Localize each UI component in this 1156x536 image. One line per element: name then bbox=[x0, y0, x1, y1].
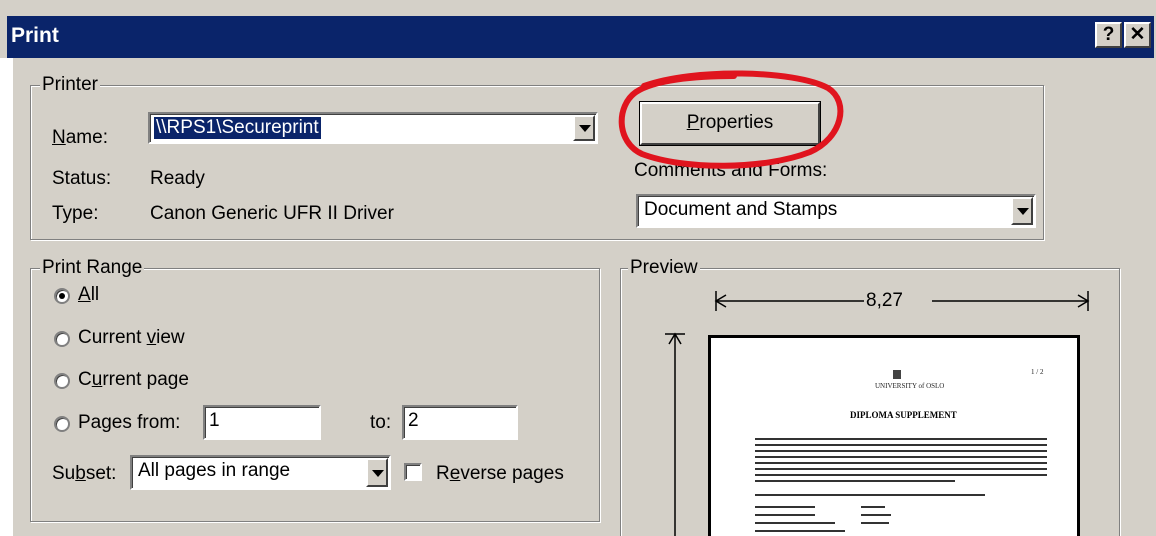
radio-current-view-mnemonic: v bbox=[146, 327, 157, 348]
preview-text-line bbox=[755, 480, 955, 482]
radio-all-label[interactable]: All bbox=[78, 284, 99, 306]
reverse-label-post: verse pages bbox=[460, 463, 564, 484]
type-label: Type: bbox=[52, 203, 99, 224]
printer-name-value: \\RPS1\Secureprint bbox=[153, 116, 322, 140]
radio-current-page-label-pre: C bbox=[78, 369, 92, 390]
radio-all-mnemonic: A bbox=[78, 284, 91, 305]
preview-text-line bbox=[755, 444, 1047, 446]
university-crest-icon bbox=[893, 370, 901, 379]
radio-current-view-label-pre: Current bbox=[78, 327, 147, 348]
preview-text-line bbox=[755, 506, 815, 508]
comments-forms-select[interactable]: Document and Stamps bbox=[636, 194, 1036, 228]
name-label-mnemonic: N bbox=[52, 127, 66, 148]
preview-width-value: 8,27 bbox=[866, 290, 903, 311]
pages-to-input[interactable]: 2 bbox=[402, 405, 518, 440]
radio-current-view-label[interactable]: Current view bbox=[78, 327, 185, 349]
preview-doc-header: UNIVERSITY of OSLO bbox=[875, 382, 945, 390]
pages-to-label: to: bbox=[370, 412, 392, 433]
preview-text-line bbox=[755, 456, 1047, 458]
subset-mnemonic: b bbox=[75, 463, 86, 484]
subset-dropdown-icon[interactable] bbox=[366, 458, 388, 487]
radio-current-page[interactable] bbox=[54, 373, 70, 389]
window-title: Print bbox=[11, 24, 59, 47]
radio-current-page-label-post: rrent page bbox=[102, 369, 189, 390]
status-value: Ready bbox=[150, 168, 205, 189]
status-label: Status: bbox=[52, 168, 112, 189]
radio-pages-from[interactable] bbox=[54, 416, 70, 432]
preview-text-line bbox=[755, 462, 1047, 464]
pages-from-value: 1 bbox=[209, 410, 220, 431]
close-button[interactable]: ✕ bbox=[1124, 22, 1151, 48]
printer-name-dropdown-icon[interactable] bbox=[573, 115, 595, 141]
preview-text-line bbox=[755, 438, 1047, 440]
preview-text-line bbox=[755, 514, 815, 516]
radio-all-label-post: ll bbox=[90, 284, 100, 305]
radio-all[interactable] bbox=[54, 288, 70, 304]
reverse-label-pre: R bbox=[436, 463, 450, 484]
red-circle-annotation bbox=[618, 70, 844, 169]
radio-current-view-label-post: iew bbox=[156, 327, 185, 348]
subset-select[interactable]: All pages in range bbox=[130, 455, 391, 490]
preview-text-line bbox=[755, 494, 985, 496]
preview-text-line bbox=[861, 506, 885, 508]
radio-current-page-label[interactable]: Current page bbox=[78, 369, 189, 391]
reverse-pages-label[interactable]: Reverse pages bbox=[436, 463, 564, 485]
help-button[interactable]: ? bbox=[1095, 22, 1122, 48]
title-bar[interactable]: Print ? ✕ bbox=[7, 16, 1154, 58]
preview-text-line bbox=[755, 474, 1047, 476]
preview-page-number: 1 / 2 bbox=[1031, 368, 1044, 376]
printer-name-select[interactable]: \\RPS1\Secureprint bbox=[148, 112, 598, 144]
preview-group-label: Preview bbox=[628, 257, 700, 279]
subset-label-pre: Su bbox=[52, 463, 76, 484]
subset-label-post: set: bbox=[85, 463, 117, 484]
print-dialog: Print ? ✕ Printer Name: \\RPS1\Securepri… bbox=[0, 0, 1156, 536]
pages-from-input[interactable]: 1 bbox=[203, 405, 321, 440]
print-range-group-label: Print Range bbox=[40, 257, 145, 279]
printer-group-label: Printer bbox=[40, 74, 100, 96]
radio-pages-from-label[interactable]: Pages from: bbox=[78, 412, 180, 434]
preview-text-line bbox=[755, 450, 1047, 452]
name-label-rest: ame: bbox=[65, 127, 108, 148]
preview-text-line bbox=[861, 522, 889, 524]
preview-text-line bbox=[755, 468, 1047, 470]
type-value: Canon Generic UFR II Driver bbox=[150, 203, 394, 224]
subset-label: Subset: bbox=[52, 463, 116, 485]
subset-value: All pages in range bbox=[138, 460, 291, 481]
preview-doc-heading: DIPLOMA SUPPLEMENT bbox=[850, 410, 957, 420]
preview-page-thumbnail: 1 / 2 UNIVERSITY of OSLO DIPLOMA SUPPLEM… bbox=[708, 335, 1080, 536]
background-strip bbox=[0, 58, 13, 536]
reverse-pages-checkbox[interactable] bbox=[404, 463, 422, 481]
comments-forms-dropdown-icon[interactable] bbox=[1011, 197, 1033, 225]
preview-text-line bbox=[755, 530, 845, 532]
height-dimension-line bbox=[665, 332, 685, 536]
reverse-mnemonic: e bbox=[449, 463, 461, 484]
radio-current-page-mnemonic: u bbox=[91, 369, 103, 390]
pages-to-value: 2 bbox=[408, 410, 419, 431]
comments-forms-value: Document and Stamps bbox=[644, 199, 838, 220]
name-label: Name: bbox=[52, 127, 108, 149]
preview-text-line bbox=[755, 522, 835, 524]
radio-current-view[interactable] bbox=[54, 331, 70, 347]
preview-text-line bbox=[861, 514, 891, 516]
